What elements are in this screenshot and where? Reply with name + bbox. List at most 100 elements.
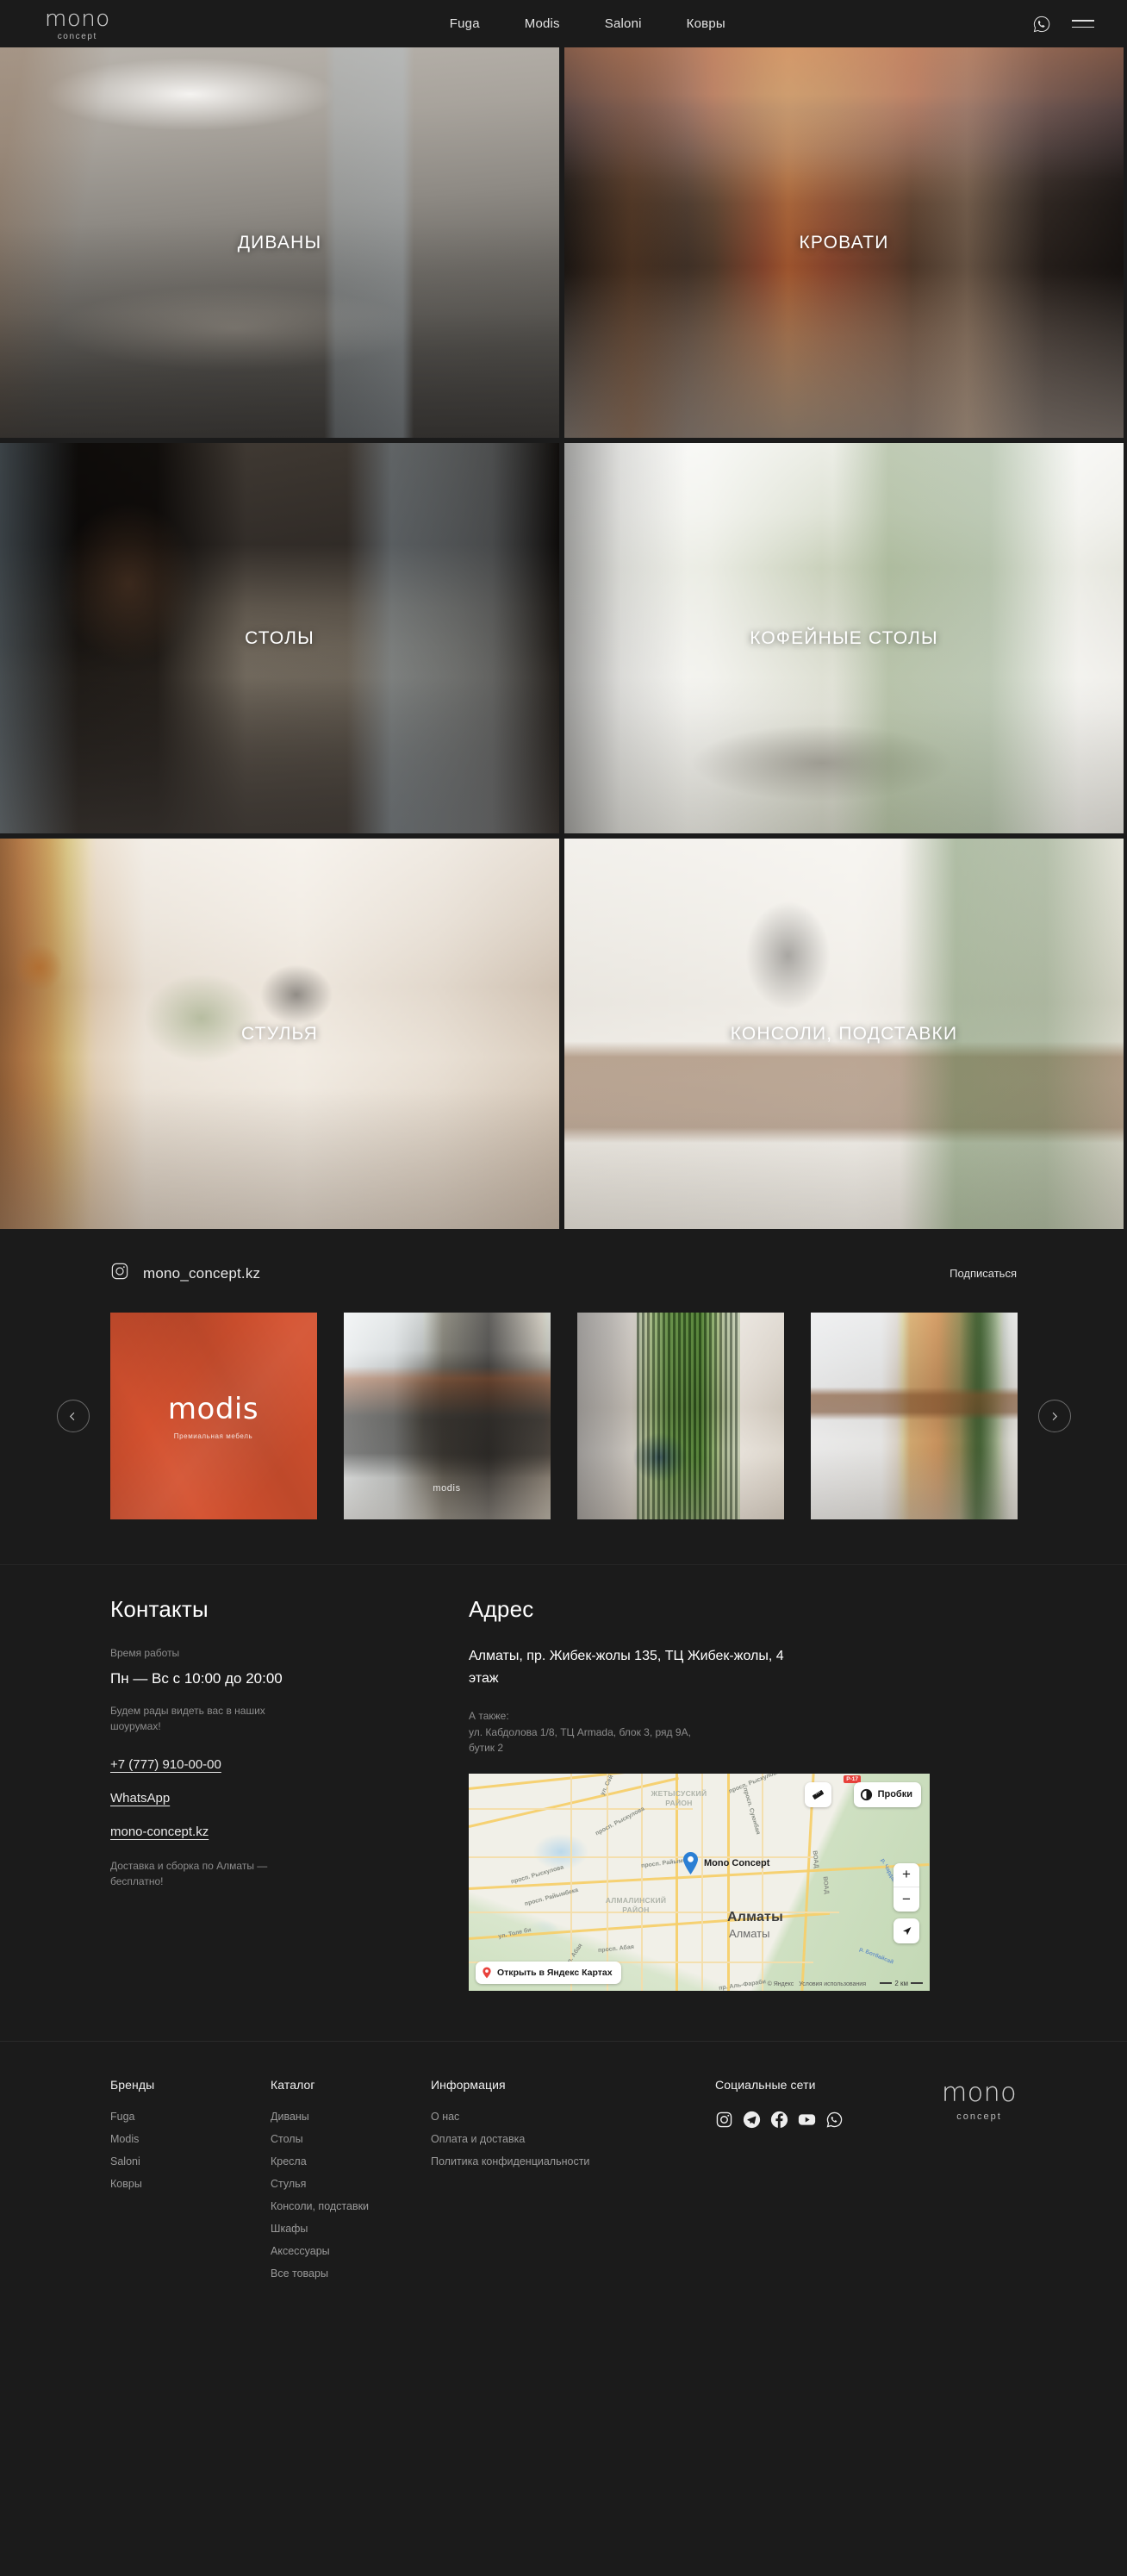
footer-column-social: Социальные сети: [715, 2078, 896, 2290]
footer-link-fuga[interactable]: Fuga: [110, 2111, 271, 2123]
carousel-track: modis Премиальная мебель modis: [109, 1313, 1018, 1519]
map-open-in-yandex-button[interactable]: Открыть в Яндекс Картах: [476, 1961, 621, 1984]
footer-link-modis[interactable]: Modis: [110, 2133, 271, 2145]
site-logo[interactable]: mono concept: [45, 8, 110, 41]
footer-heading-social: Социальные сети: [715, 2077, 816, 2092]
instagram-subscribe-button[interactable]: Подписаться: [950, 1267, 1017, 1280]
locate-arrow-icon: [902, 1926, 911, 1936]
category-card-kofeynye-stoly[interactable]: КОФЕЙНЫЕ СТОЛЫ: [564, 443, 1124, 833]
youtube-icon[interactable]: [798, 2111, 816, 2129]
scale-tick-left: [880, 1982, 893, 1985]
footer-column-catalog: Каталог Диваны Столы Кресла Стулья Консо…: [271, 2078, 431, 2290]
contacts-address-section: Контакты Время работы Пн — Вс с 10:00 до…: [0, 1564, 1127, 2041]
instagram-icon: [110, 1262, 129, 1285]
footer-link-konsoli[interactable]: Консоли, подставки: [271, 2200, 431, 2212]
showroom-note: Будем рады видеть вас в наших шоурумах!: [110, 1704, 265, 1733]
nav-item-saloni[interactable]: Saloni: [605, 16, 642, 31]
category-card-divany[interactable]: ДИВАНЫ: [0, 47, 559, 438]
category-card-konsoli[interactable]: КОНСОЛИ, ПОДСТАВКИ: [564, 839, 1124, 1229]
map-ruler-button[interactable]: [805, 1781, 831, 1807]
yandex-map[interactable]: ЖЕТЫСУСКИЙ РАЙОН АЛМАЛИНСКИЙ РАЙОН просп…: [469, 1773, 930, 1991]
footer-link-shkafy[interactable]: Шкафы: [271, 2223, 431, 2235]
map-pin[interactable]: Mono Concept: [682, 1851, 769, 1875]
category-image-divany: [0, 47, 559, 438]
map-terms-link[interactable]: Условия использования: [799, 1981, 866, 1987]
carousel-prev-button[interactable]: [56, 1400, 90, 1432]
address-also-value: ул. Кабдолова 1/8, ТЦ Armada, блок 3, ря…: [469, 1725, 691, 1755]
whatsapp-link[interactable]: WhatsApp: [110, 1791, 469, 1806]
phone-link[interactable]: +7 (777) 910-00-00: [110, 1757, 469, 1772]
footer-link-stoly[interactable]: Столы: [271, 2133, 431, 2145]
map-copyright: © Яндекс: [767, 1980, 794, 1987]
site-header: mono concept Fuga Modis Saloni Ковры: [0, 0, 1127, 47]
working-hours-label: Время работы: [110, 1647, 180, 1659]
carousel-card-armchair[interactable]: [576, 1313, 784, 1519]
footer-link-kresla[interactable]: Кресла: [271, 2155, 431, 2167]
footer-link-stulya[interactable]: Стулья: [271, 2178, 431, 2190]
carousel-card-table[interactable]: [810, 1313, 1018, 1519]
website-link[interactable]: mono-concept.kz: [110, 1824, 469, 1839]
whatsapp-icon[interactable]: [825, 2111, 844, 2129]
map-traffic-button[interactable]: Пробки: [853, 1781, 921, 1807]
map-scale-bar: 2 км: [880, 1980, 923, 1987]
map-open-label: Открыть в Яндекс Картах: [497, 1967, 613, 1978]
facebook-icon[interactable]: [770, 2111, 788, 2129]
burger-line-2: [1071, 26, 1094, 28]
footer-link-divany[interactable]: Диваны: [271, 2111, 431, 2123]
logo-wordmark: mono: [45, 6, 110, 32]
telegram-icon[interactable]: [743, 2111, 761, 2129]
category-image-stulya: [0, 839, 559, 1229]
category-card-krovati[interactable]: КРОВАТИ: [564, 47, 1124, 438]
footer-logo[interactable]: mono concept: [942, 2078, 1017, 2290]
footer-link-o-nas[interactable]: О нас: [431, 2111, 715, 2123]
working-hours-value: Пн — Вс с 10:00 до 20:00: [110, 1669, 283, 1687]
carousel-card-title: modis: [167, 1392, 259, 1426]
map-district-label: АЛМАЛИНСКИЙ РАЙОН: [605, 1895, 667, 1914]
delivery-note: Доставка и сборка по Алматы — бесплатно!: [110, 1859, 268, 1888]
nav-item-modis[interactable]: Modis: [525, 16, 560, 31]
nav-item-fuga[interactable]: Fuga: [450, 16, 480, 31]
footer-link-vse-tovary[interactable]: Все товары: [271, 2267, 431, 2280]
scale-tick-right: [911, 1982, 923, 1985]
carousel-card-sofa[interactable]: modis: [343, 1313, 551, 1519]
instagram-account[interactable]: mono_concept.kz: [110, 1262, 260, 1285]
category-image-konsoli: [564, 839, 1124, 1229]
map-locate-button[interactable]: [894, 1918, 919, 1943]
category-card-stoly[interactable]: СТОЛЫ: [0, 443, 559, 833]
map-scale-label: 2 км: [894, 1979, 908, 1987]
instagram-header: mono_concept.kz Подписаться: [107, 1262, 1020, 1285]
ruler-icon: [812, 1790, 825, 1799]
instagram-icon[interactable]: [715, 2111, 733, 2129]
logo-tagline: concept: [57, 32, 97, 41]
nav-item-kovry[interactable]: Ковры: [687, 16, 725, 31]
instagram-carousel: modis Премиальная мебель modis: [0, 1313, 1127, 1519]
footer-column-brands: Бренды Fuga Modis Saloni Ковры: [110, 2078, 271, 2290]
map-road: [727, 1773, 730, 1991]
traffic-icon: [860, 1788, 872, 1801]
map-road: [469, 1807, 693, 1810]
category-card-stulya[interactable]: СТУЛЬЯ: [0, 839, 559, 1229]
footer-logo-wordmark: mono: [942, 2077, 1017, 2108]
carousel-card-tag: modis: [433, 1483, 461, 1494]
map-pin-icon: [683, 1851, 698, 1874]
carousel-next-button[interactable]: [1037, 1400, 1071, 1432]
map-attribution: © Яндекс Условия использования: [768, 1981, 866, 1987]
carousel-card-subtitle: Премиальная мебель: [173, 1432, 253, 1440]
footer-link-politika[interactable]: Политика конфиденциальности: [431, 2155, 715, 2167]
address-title: Адрес: [469, 1596, 534, 1622]
footer-link-saloni[interactable]: Saloni: [110, 2155, 271, 2167]
instagram-handle: mono_concept.kz: [143, 1264, 261, 1282]
carousel-card-modis[interactable]: modis Премиальная мебель: [109, 1313, 317, 1519]
map-traffic-label: Пробки: [877, 1789, 912, 1800]
map-zoom-out-button[interactable]: −: [894, 1887, 919, 1912]
footer-link-kovry[interactable]: Ковры: [110, 2178, 271, 2190]
footer-link-aksessuary[interactable]: Аксессуары: [271, 2245, 431, 2257]
map-zoom-controls: + −: [894, 1862, 919, 1912]
footer-heading-catalog: Каталог: [271, 2077, 315, 2092]
whatsapp-icon[interactable]: [1030, 13, 1053, 35]
map-zoom-in-button[interactable]: +: [894, 1863, 919, 1887]
map-district-label: ЖЕТЫСУСКИЙ РАЙОН: [651, 1788, 707, 1807]
footer-link-oplata-dostavka[interactable]: Оплата и доставка: [431, 2133, 715, 2145]
hamburger-menu-icon[interactable]: [1071, 20, 1094, 28]
footer-logo-tagline: concept: [956, 2111, 1002, 2122]
